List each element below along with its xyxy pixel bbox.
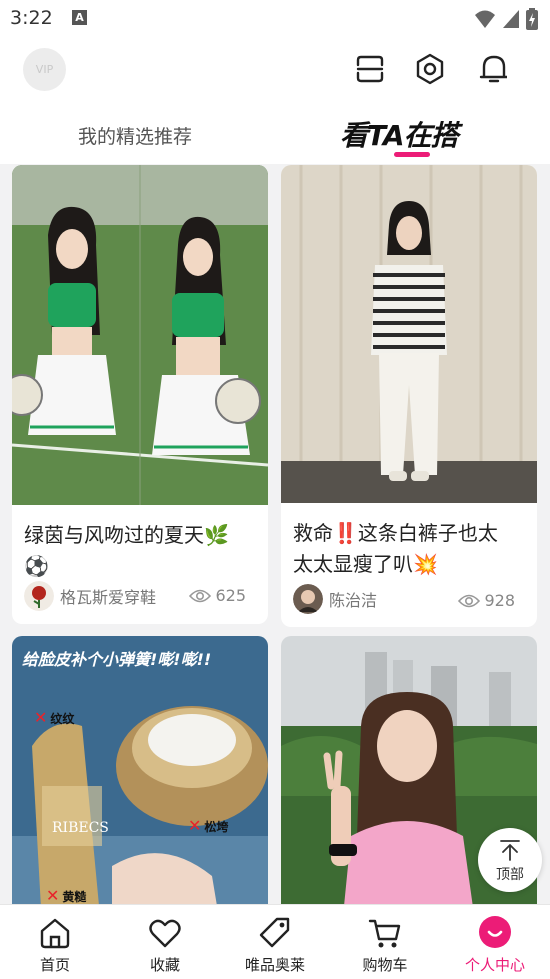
feed[interactable]: 绿茵与风吻过的夏天🌿 ⚽ 格瓦斯爱穿鞋 625 救命‼️这条白裤子也太 太太显瘦… xyxy=(0,164,550,904)
view-count: 928 xyxy=(484,591,515,610)
profile-icon xyxy=(479,916,511,948)
post-title: 绿茵与风吻过的夏天🌿 ⚽ xyxy=(24,520,229,582)
status-bar: 3:22 A xyxy=(0,0,550,38)
author-avatar xyxy=(293,584,323,614)
vip-avatar[interactable]: VIP xyxy=(23,48,66,91)
post-image xyxy=(281,165,537,503)
nav-favorites-label: 收藏 xyxy=(149,956,180,974)
post-card[interactable]: 救命‼️这条白裤子也太 太太显瘦了叭💥 陈治洁 928 xyxy=(281,165,537,627)
post-author[interactable]: 陈治洁 xyxy=(293,584,377,614)
view-count: 625 xyxy=(215,586,246,605)
header: VIP 我的精选推荐 看TA在搭 xyxy=(0,38,550,164)
author-name: 格瓦斯爱穿鞋 xyxy=(60,588,157,607)
battery-icon xyxy=(526,8,538,30)
post-title-line: 绿茵与风吻过的夏天🌿 xyxy=(24,523,229,547)
post-title-line: ⚽ xyxy=(24,554,49,578)
back-to-top-button[interactable]: 顶部 xyxy=(478,828,542,892)
author-avatar xyxy=(24,581,54,611)
brand-label: RIBECS xyxy=(52,820,109,836)
overlay-label: ✕ 黄糙 xyxy=(46,886,86,904)
back-to-top-label: 顶部 xyxy=(496,867,524,883)
notification-a-icon: A xyxy=(72,10,87,25)
author-name: 陈治洁 xyxy=(329,591,378,610)
post-title-line: 太太显瘦了叭💥 xyxy=(293,552,438,576)
overlay-label: ✕ 纹纹 xyxy=(34,708,74,727)
status-time: 3:22 xyxy=(10,7,53,29)
tab-look-ta[interactable]: 看TA在搭 xyxy=(340,114,459,154)
settings-icon[interactable] xyxy=(413,52,447,86)
nav-profile[interactable]: 个人中心 xyxy=(440,905,550,979)
home-icon xyxy=(40,918,70,949)
overlay-title: 给脸皮补个小弹簧!嘭!嘭!! xyxy=(22,650,212,669)
heart-icon xyxy=(149,919,181,948)
nav-cart-label: 购物车 xyxy=(362,956,408,974)
post-image xyxy=(12,636,268,904)
signal-icon xyxy=(503,10,519,28)
post-title: 救命‼️这条白裤子也太 太太显瘦了叭💥 xyxy=(293,518,498,580)
nav-outlet-label: 唯品奥莱 xyxy=(244,956,305,974)
post-views: 625 xyxy=(189,586,246,605)
nav-home[interactable]: 首页 xyxy=(0,905,110,979)
overlay-label-text: 纹纹 xyxy=(50,712,75,726)
x-mark-icon: ✕ xyxy=(34,708,48,727)
x-mark-icon: ✕ xyxy=(188,816,202,835)
bell-icon[interactable] xyxy=(477,52,511,86)
tab-active-indicator xyxy=(394,152,430,157)
post-author[interactable]: 格瓦斯爱穿鞋 xyxy=(24,581,156,611)
overlay-label-text: 黄糙 xyxy=(62,890,87,904)
nav-profile-label: 个人中心 xyxy=(464,956,525,974)
overlay-label: ✕ 松垮 xyxy=(188,816,228,835)
x-mark-icon: ✕ xyxy=(46,886,60,904)
bottom-nav: 首页 收藏 唯品奥莱 购物车 个人中心 xyxy=(0,904,550,979)
eye-icon xyxy=(458,594,481,607)
post-image xyxy=(12,165,268,505)
scan-icon[interactable] xyxy=(353,52,387,86)
nav-home-label: 首页 xyxy=(39,956,70,974)
post-card[interactable]: 绿茵与风吻过的夏天🌿 ⚽ 格瓦斯爱穿鞋 625 xyxy=(12,165,268,624)
eye-icon xyxy=(189,589,212,602)
overlay-label-text: 松垮 xyxy=(204,820,229,834)
post-title-line: 救命‼️这条白裤子也太 xyxy=(293,521,498,545)
wifi-icon xyxy=(475,10,495,28)
nav-cart[interactable]: 购物车 xyxy=(330,905,440,979)
cart-icon xyxy=(368,919,401,948)
nav-favorites[interactable]: 收藏 xyxy=(110,905,220,979)
tag-icon xyxy=(259,917,290,948)
post-card[interactable]: 给脸皮补个小弹簧!嘭!嘭!! ✕ 纹纹 ✕ 松垮 ✕ 黄糙 RIBECS xyxy=(12,636,268,904)
arrow-up-icon xyxy=(500,840,520,861)
post-views: 928 xyxy=(458,591,515,610)
tab-my-picks[interactable]: 我的精选推荐 xyxy=(78,122,192,149)
nav-outlet[interactable]: 唯品奥莱 xyxy=(220,905,330,979)
